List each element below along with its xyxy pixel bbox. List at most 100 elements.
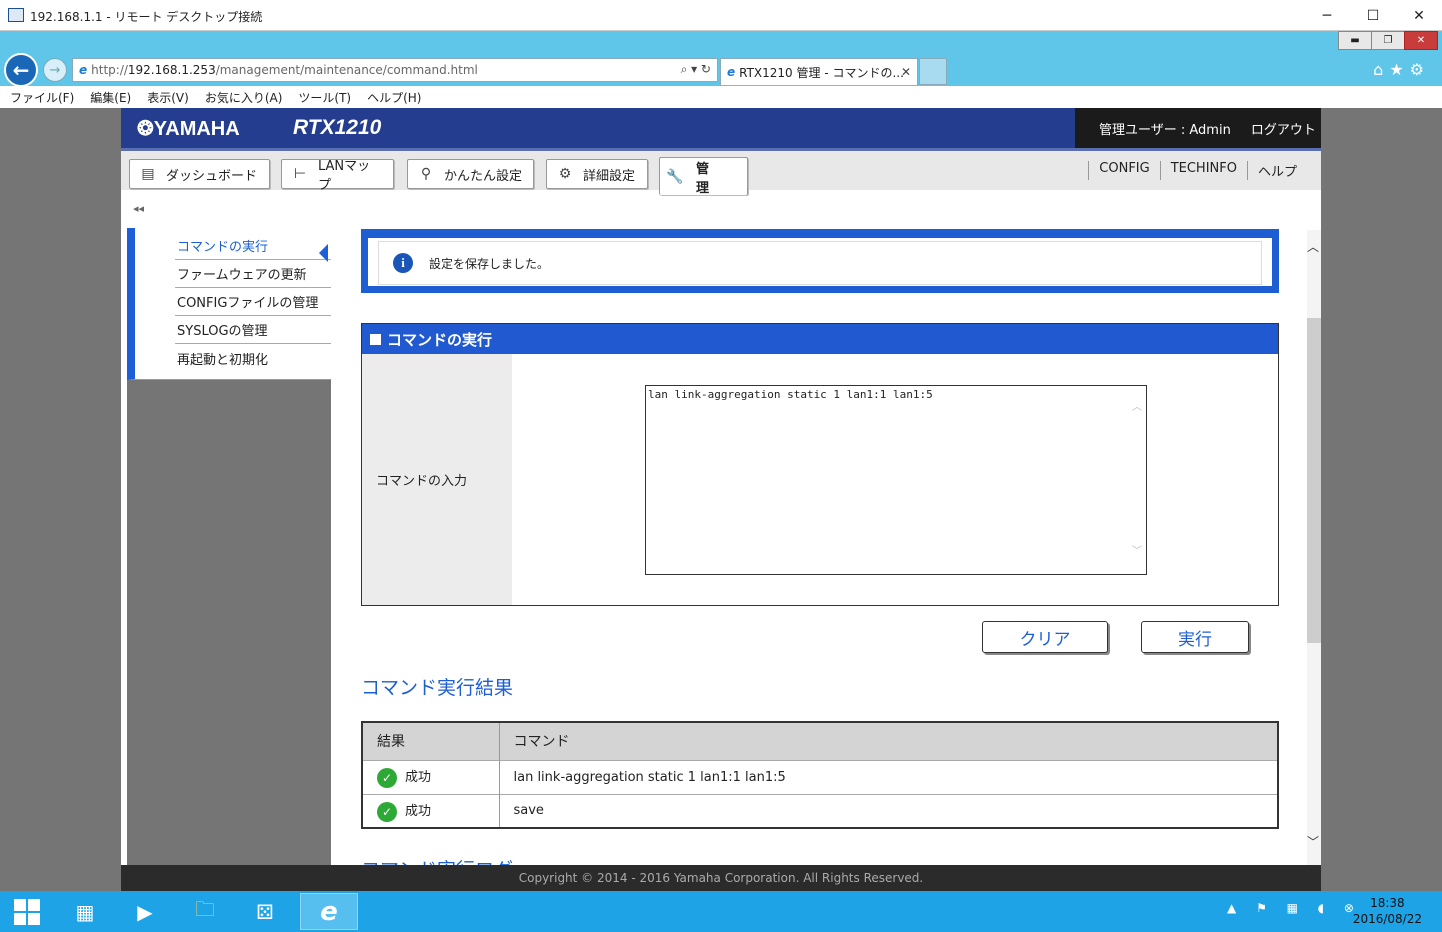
url-host: 192.168.1.253 [127, 63, 216, 77]
router-admin-page: ❂YAMAHA RTX1210 管理ユーザー : Admin ログアウト ▤ ダ… [121, 108, 1321, 865]
sidebar-item-reboot[interactable]: 再起動と初期化 [175, 344, 331, 372]
config-link[interactable]: CONFIG [1088, 161, 1159, 180]
windows-logo-icon [14, 898, 40, 925]
scroll-down-icon[interactable]: ﹀ [1307, 833, 1319, 850]
tab-dashboard[interactable]: ▤ ダッシュボード [129, 159, 270, 189]
sidebar-item-command[interactable]: コマンドの実行 [175, 232, 331, 260]
maximize-button[interactable]: ☐ [1350, 0, 1396, 31]
result-status: 成功 [405, 770, 432, 786]
rdp-title-bar: 192.168.1.1 - リモート デスクトップ接続 ─ ☐ ✕ [0, 0, 1442, 31]
rdp-icon[interactable]: ⚄ [238, 893, 292, 930]
tab-easy-setup[interactable]: ⚲ かんたん設定 [407, 159, 534, 189]
dashboard-icon: ▤ [141, 166, 155, 182]
menu-file[interactable]: ファイル(F) [10, 89, 74, 106]
model-logo: RTX1210 [293, 116, 382, 139]
result-table: 結果 コマンド ✓ 成功 lan link-aggregation static … [361, 721, 1279, 829]
menu-favorites[interactable]: お気に入り(A) [205, 89, 283, 106]
collapse-sidebar-icon[interactable]: ◂◂ [133, 202, 144, 215]
yamaha-logo: ❂YAMAHA [137, 118, 240, 140]
copyright-footer: Copyright © 2014 - 2016 Yamaha Corporati… [121, 865, 1321, 891]
tab-advanced-settings-label: 詳細設定 [583, 168, 636, 184]
remote-minimize-button[interactable]: ▬ [1338, 31, 1372, 50]
ie-page-icon: e [79, 63, 88, 77]
tab-close-icon[interactable]: ✕ [901, 65, 911, 79]
tab-ie-icon: e [727, 65, 736, 79]
gear-icon: ⚙ [558, 166, 572, 182]
address-bar[interactable]: e http://192.168.1.253/management/mainte… [72, 58, 718, 82]
menu-edit[interactable]: 編集(E) [90, 89, 131, 106]
remote-window-controls: ▬ ❐ ✕ [1338, 31, 1438, 51]
server-manager-icon[interactable]: ▦ [58, 893, 112, 930]
lanmap-icon: ⊢ [293, 166, 307, 182]
remote-restore-button[interactable]: ❐ [1371, 31, 1405, 50]
url-scheme: http:// [91, 63, 128, 77]
browser-menu-bar: ファイル(F) 編集(E) 表示(V) お気に入り(A) ツール(T) ヘルプ(… [0, 86, 1442, 108]
address-tools-icon[interactable]: ⌕ ▾ ↻ [681, 62, 711, 77]
column-header-result: 結果 [362, 722, 500, 760]
tab-management[interactable]: 🔧 管 理 [659, 157, 748, 196]
minimize-button[interactable]: ─ [1304, 0, 1350, 31]
menu-view[interactable]: 表示(V) [147, 89, 189, 106]
success-check-icon: ✓ [377, 801, 397, 822]
tab-advanced-settings[interactable]: ⚙ 詳細設定 [546, 159, 648, 189]
page-header: ❂YAMAHA RTX1210 管理ユーザー : Admin ログアウト [121, 108, 1321, 148]
ie-icon[interactable]: e [300, 893, 358, 930]
powershell-icon[interactable]: ▶ [118, 893, 172, 930]
run-button[interactable]: 実行 [1141, 621, 1249, 653]
command-panel-title: コマンドの実行 [387, 330, 493, 349]
result-command: save [499, 793, 1279, 828]
techinfo-link[interactable]: TECHINFO [1159, 161, 1247, 180]
rdp-app-icon [8, 8, 24, 22]
command-input-label: コマンドの入力 [362, 354, 512, 605]
scroll-up-icon[interactable]: ︿ [1307, 238, 1319, 255]
active-indicator-icon [319, 244, 328, 262]
result-section-title: コマンド実行結果 [361, 677, 514, 699]
new-tab-button[interactable] [919, 58, 947, 85]
tab-easy-setup-label: かんたん設定 [444, 168, 523, 184]
menu-tools[interactable]: ツール(T) [298, 89, 351, 106]
top-links: CONFIG TECHINFO ヘルプ [1088, 161, 1307, 180]
clock-date: 2016/08/22 [1352, 912, 1422, 926]
sidebar-item-config-file[interactable]: CONFIGファイルの管理 [175, 288, 331, 316]
start-button[interactable] [0, 891, 54, 932]
browser-tab[interactable]: e RTX1210 管理 - コマンドの... ✕ [720, 58, 918, 85]
main-nav: ▤ ダッシュボード ⊢ LANマップ ⚲ かんたん設定 ⚙ 詳細設定 🔧 管 理… [121, 148, 1321, 196]
forward-button[interactable]: → [43, 58, 67, 82]
logout-link[interactable]: ログアウト [1251, 119, 1316, 138]
tab-lanmap[interactable]: ⊢ LANマップ [281, 159, 394, 193]
notice-text: 設定を保存しました。 [429, 256, 550, 271]
admin-user-label: 管理ユーザー : Admin [1099, 122, 1231, 138]
wrench-icon: 🔧 [666, 168, 690, 185]
table-row: ✓ 成功 save [362, 793, 1279, 828]
command-input[interactable] [645, 385, 1147, 575]
textarea-scroll-up-icon[interactable]: ︿ [1132, 398, 1142, 413]
textarea-scroll-down-icon[interactable]: ﹀ [1132, 542, 1142, 557]
sidebar-item-syslog[interactable]: SYSLOGの管理 [175, 316, 331, 344]
system-tray-icons[interactable]: ▲ ⚑ ▦ ◖ ⊗ [1227, 901, 1362, 915]
remote-close-button[interactable]: ✕ [1404, 31, 1438, 50]
table-row: ✓ 成功 lan link-aggregation static 1 lan1:1… [362, 759, 1279, 794]
tab-management-label: 管 理 [696, 161, 716, 196]
textarea-scrollbar[interactable]: ︿ ﹀ [1130, 386, 1146, 574]
clock-time: 18:38 [1370, 896, 1405, 910]
tab-dashboard-label: ダッシュボード [166, 168, 258, 184]
log-section-title: コマンド実行ログ [361, 855, 513, 865]
close-button[interactable]: ✕ [1396, 0, 1442, 31]
sidebar-menu: コマンドの実行 ファームウェアの更新 CONFIGファイルの管理 SYSLOGの… [127, 228, 331, 380]
menu-help[interactable]: ヘルプ(H) [367, 89, 421, 106]
command-panel-header: コマンドの実行 [362, 324, 1278, 354]
scrollbar-thumb[interactable] [1307, 318, 1321, 643]
info-icon: i [393, 253, 413, 273]
square-bullet-icon [370, 333, 381, 345]
tab-lanmap-label: LANマップ [317, 159, 371, 193]
help-link[interactable]: ヘルプ [1246, 161, 1307, 180]
explorer-icon[interactable]: 🗀 [178, 893, 232, 930]
sidebar-item-firmware[interactable]: ファームウェアの更新 [175, 260, 331, 288]
command-panel: コマンドの実行 コマンドの入力 ︿ ﹀ [361, 323, 1279, 606]
back-button[interactable]: ← [4, 53, 38, 87]
clear-button[interactable]: クリア [982, 621, 1108, 653]
wand-icon: ⚲ [420, 166, 432, 182]
home-favorites-settings-icons[interactable]: ⌂★⚙ [1373, 60, 1430, 79]
result-command: lan link-aggregation static 1 lan1:1 lan… [499, 759, 1279, 794]
clock[interactable]: 18:38 2016/08/22 [1353, 895, 1422, 927]
